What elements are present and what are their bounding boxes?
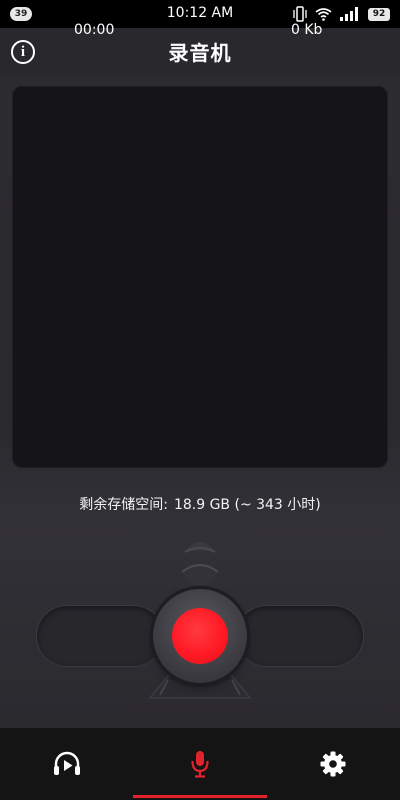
tab-settings[interactable]	[266, 728, 399, 800]
play-headphones-icon	[53, 751, 80, 775]
page-title: 录音机	[168, 41, 232, 65]
storage-label: 剩余存储空间:	[79, 497, 168, 513]
tab-record[interactable]	[133, 728, 266, 800]
app-header: i 录音机	[0, 28, 400, 76]
storage-info: 剩余存储空间: 18.9 GB (~ 343 小时)	[0, 494, 400, 514]
microphone-icon	[190, 751, 209, 778]
record-button[interactable]	[153, 589, 247, 683]
battery-icon: 92	[368, 7, 390, 21]
signal-icon	[340, 7, 358, 21]
status-bar: 39 10:12 AM 92	[0, 0, 400, 28]
size-display	[237, 606, 363, 666]
elapsed-time: 00:00	[74, 22, 115, 38]
recorder-screen: 39 10:12 AM 92 i 录音机 剩余存储空间: 18.9 GB (~ …	[0, 0, 400, 800]
tab-recordings[interactable]	[0, 728, 133, 800]
gear-icon	[320, 751, 345, 777]
timer-display	[37, 606, 163, 666]
storage-value: 18.9 GB (~ 343 小时)	[173, 497, 321, 513]
bottom-nav	[0, 728, 400, 800]
file-size: 0 Kb	[291, 22, 323, 38]
waveform-panel	[12, 86, 388, 468]
record-dot-icon	[172, 608, 228, 664]
active-tab-indicator	[133, 795, 267, 798]
